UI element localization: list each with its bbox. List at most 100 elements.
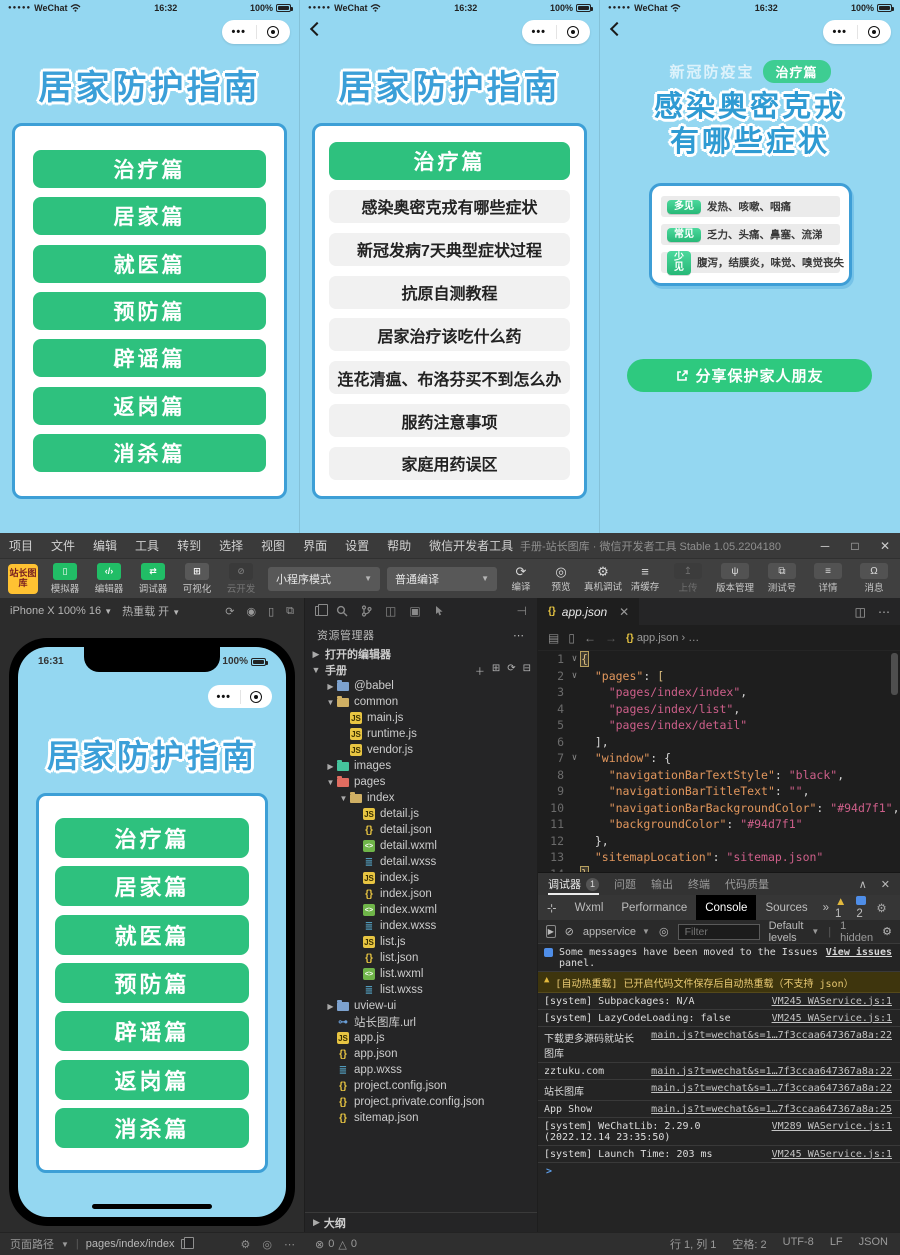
menu-button[interactable]: 消杀篇 [33,434,266,472]
tab-app-json[interactable]: {} app.json ✕ [538,598,639,625]
test-account-button[interactable]: ⧉测试号 [764,563,800,594]
toggle-editor[interactable]: ‹/›编辑器 [89,563,129,595]
statusbar-item[interactable]: LF [830,1236,843,1252]
tree-item[interactable]: <>detail.wxml [305,838,537,854]
warnings-icon[interactable]: △ [338,1238,346,1251]
warning-counter[interactable]: ▲ 1 [835,896,846,920]
issues-counter[interactable]: 2 [856,896,866,920]
back-icon[interactable] [310,22,324,36]
menu-button[interactable]: 辟谣篇 [55,1011,249,1051]
project-section[interactable]: ▼ 手册 ＋ ⊞ ⟳ ⊟ [305,662,537,678]
menu-button[interactable]: 居家篇 [55,866,249,906]
statusbar-item[interactable]: JSON [859,1236,888,1252]
clear-cache-button[interactable]: ≡清缓存 [628,565,662,593]
split-view-icon[interactable]: ◫ [385,604,396,618]
home-capsule-icon[interactable] [257,26,291,38]
tree-item[interactable]: {}app.json [305,1046,537,1062]
menu-button[interactable]: 居家篇 [33,197,266,235]
menu-item[interactable]: 帮助 [378,533,420,558]
menu-item[interactable]: 转到 [168,533,210,558]
toggle-simulator[interactable]: ▯模拟器 [45,563,85,595]
files-icon[interactable] [315,606,323,616]
tree-item[interactable]: ≣app.wxss [305,1062,537,1078]
menu-item[interactable]: 工具 [126,533,168,558]
new-folder-icon[interactable]: ⊞ [492,663,500,678]
page-path-label[interactable]: 页面路径 [10,1236,54,1252]
tree-item[interactable]: JSlist.js [305,934,537,950]
topic-item[interactable]: 服药注意事项 [329,404,570,437]
preview-button[interactable]: ◎预览 [544,565,578,593]
collapse-folders-icon[interactable]: ⊟ [523,663,531,678]
eval-context-icon[interactable]: ▶ [546,925,556,938]
view-issues-link[interactable]: View issues [826,947,892,958]
debug-icon[interactable]: ⚙ [241,1238,251,1251]
source-link[interactable]: VM245 WAService.js:1 [762,1013,892,1024]
panel-tab-调试器[interactable]: 调试器1 [548,873,599,895]
device-debug-button[interactable]: ⚙真机调试 [584,565,622,593]
menu-item[interactable]: 设置 [336,533,378,558]
mode-select[interactable]: 小程序模式▼ [268,567,380,591]
menu-item[interactable]: 界面 [294,533,336,558]
maximize-button[interactable]: □ [840,533,870,558]
tree-item[interactable]: JSruntime.js [305,726,537,742]
extensions-icon[interactable]: ▣ [409,604,420,618]
menu-item[interactable]: 选择 [210,533,252,558]
menu-button[interactable]: 就医篇 [33,245,266,283]
menu-button[interactable]: 辟谣篇 [33,339,266,377]
home-capsule-icon[interactable] [241,691,273,703]
menu-item[interactable]: 文件 [42,533,84,558]
outline-section[interactable]: ▶ 大纲 [305,1212,537,1232]
tree-item[interactable]: <>list.wxml [305,966,537,982]
home-capsule-icon[interactable] [557,26,591,38]
menu-button[interactable]: 返岗篇 [33,387,266,425]
devtools-tab-console[interactable]: Console [696,895,756,920]
account-avatar[interactable]: 站长图库 [8,564,38,594]
capsule-menu[interactable]: ••• [222,20,290,44]
capsule-menu[interactable]: ••• [522,20,590,44]
capsule-menu[interactable]: ••• [823,20,891,44]
console-settings-icon[interactable]: ⚙ [882,925,892,938]
more-icon[interactable]: ••• [208,692,240,702]
capsule-menu[interactable]: ••• [208,685,272,708]
menu-item[interactable]: 微信开发者工具 [420,533,522,558]
tree-item[interactable]: ▼common [305,694,537,710]
share-button[interactable]: 分享保护家人朋友 [627,359,872,392]
open-editors-section[interactable]: ▶ 打开的编辑器 [305,646,537,662]
menu-item[interactable]: 视图 [252,533,294,558]
tree-item[interactable]: {}detail.json [305,822,537,838]
menu-item[interactable]: 项目 [0,533,42,558]
nav-back-icon[interactable]: ← [584,631,596,645]
tree-item[interactable]: ▼index [305,790,537,806]
more-icon[interactable]: ••• [823,27,857,37]
nav-forward-icon[interactable]: → [605,631,617,645]
statusbar-item[interactable]: 空格: 2 [732,1236,766,1252]
search-icon[interactable] [336,605,348,617]
cursor-tool-icon[interactable] [434,605,444,617]
tree-item[interactable]: JSvendor.js [305,742,537,758]
errors-icon[interactable]: ⊗ [315,1238,324,1251]
fold-icon[interactable]: ∨ [568,668,581,685]
topic-item[interactable]: 抗原自测教程 [329,276,570,309]
version-button[interactable]: ψ版本管理 [716,563,754,594]
editor-scrollbar[interactable] [891,653,898,695]
source-link[interactable]: main.js?t=wechat&s=1…7f3ccaa647367a8a:25 [641,1104,892,1115]
tree-item[interactable]: ▶uview-ui [305,998,537,1014]
tree-item[interactable]: ≣index.wxss [305,918,537,934]
console-prompt[interactable]: > [538,1163,900,1180]
topic-item[interactable]: 感染奥密克戎有哪些症状 [329,190,570,223]
split-editor-icon[interactable]: ◫ [855,605,866,619]
preview-eye-icon[interactable]: ◎ [262,1238,272,1251]
bookmark-icon[interactable]: ▯ [568,631,575,645]
tree-item[interactable]: JSapp.js [305,1030,537,1046]
editor-more-icon[interactable]: ⋯ [878,605,890,619]
menu-button[interactable]: 治疗篇 [33,150,266,188]
details-button[interactable]: ≡详情 [810,563,846,594]
tree-item[interactable]: JSmain.js [305,710,537,726]
devtools-tab-performance[interactable]: Performance [612,895,696,920]
tree-item[interactable]: ▶images [305,758,537,774]
more-icon[interactable]: ••• [222,27,256,37]
tree-item[interactable]: JSindex.js [305,870,537,886]
menu-item[interactable]: 编辑 [84,533,126,558]
close-button[interactable]: ✕ [870,533,900,558]
tree-item[interactable]: ⊶站长图库.url [305,1014,537,1030]
